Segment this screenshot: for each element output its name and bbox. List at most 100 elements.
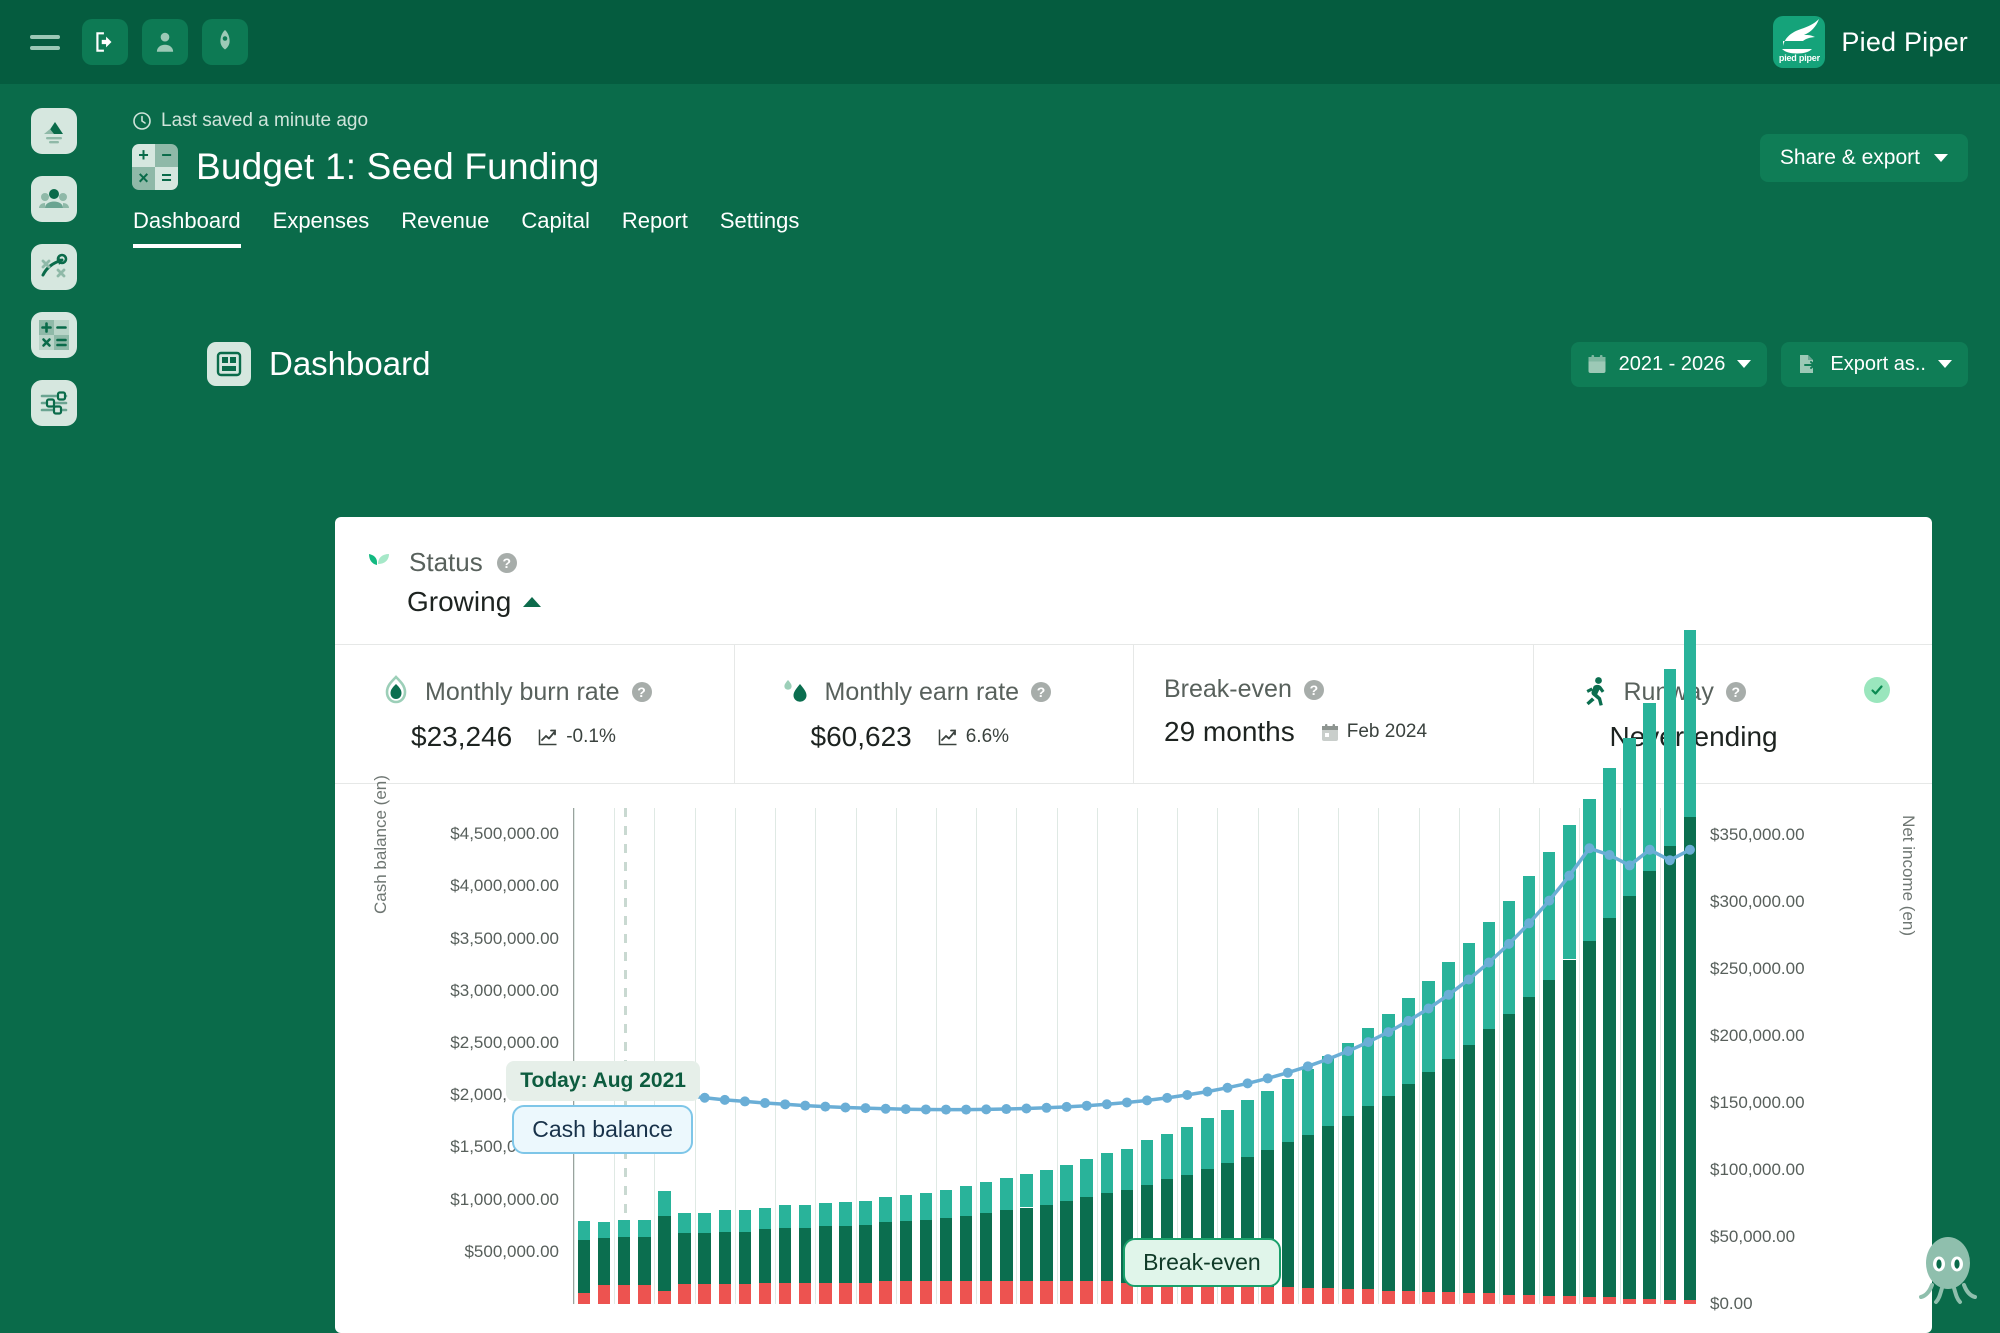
mountain-icon	[43, 122, 63, 144]
break-even-tooltip: Break-even	[1123, 1238, 1281, 1287]
cash-balance-point[interactable]	[1041, 1102, 1052, 1113]
cash-balance-point[interactable]	[860, 1103, 871, 1114]
cash-balance-point[interactable]	[1202, 1086, 1213, 1097]
cash-balance-point[interactable]	[1001, 1104, 1012, 1115]
cash-balance-point[interactable]	[880, 1103, 891, 1114]
cash-balance-point[interactable]	[1564, 870, 1575, 881]
cash-balance-point[interactable]	[1162, 1092, 1173, 1103]
cash-balance-point[interactable]	[1463, 974, 1474, 985]
cash-balance-point[interactable]	[1302, 1061, 1313, 1072]
cash-balance-point[interactable]	[1121, 1097, 1132, 1108]
cash-balance-point[interactable]	[1222, 1082, 1233, 1093]
share-and-export-button[interactable]: Share & export	[1759, 134, 1968, 182]
cash-balance-point[interactable]	[1544, 895, 1555, 906]
tab-dashboard[interactable]: Dashboard	[133, 208, 241, 248]
cash-balance-point[interactable]	[820, 1101, 831, 1112]
status-badge	[1864, 677, 1890, 703]
cash-balance-point[interactable]	[1101, 1099, 1112, 1110]
cash-balance-point[interactable]	[1584, 843, 1595, 854]
cash-balance-point[interactable]	[1182, 1089, 1193, 1100]
account-button[interactable]	[142, 19, 188, 65]
cash-balance-point[interactable]	[1323, 1054, 1334, 1065]
cash-balance-point[interactable]	[1403, 1015, 1414, 1026]
cash-balance-point[interactable]	[961, 1104, 972, 1115]
status-value-row[interactable]: Growing	[363, 578, 1932, 618]
cash-balance-point[interactable]	[840, 1102, 851, 1113]
cash-balance-point[interactable]	[719, 1094, 730, 1105]
octopus-mascot-icon[interactable]	[1916, 1231, 1980, 1311]
cash-balance-point[interactable]	[1604, 849, 1615, 860]
kpi-value: 29 months	[1164, 716, 1295, 747]
cash-balance-point[interactable]	[1021, 1103, 1032, 1114]
sliders-icon	[40, 391, 67, 415]
tab-report[interactable]: Report	[622, 208, 688, 248]
cash-balance-point[interactable]	[1443, 989, 1454, 1000]
cash-balance-point[interactable]	[760, 1097, 771, 1108]
cash-balance-point[interactable]	[1343, 1046, 1354, 1057]
tab-capital[interactable]: Capital	[521, 208, 589, 248]
cash-balance-point[interactable]	[1142, 1095, 1153, 1106]
export-as-button[interactable]: Export as..	[1781, 341, 1968, 387]
cash-balance-point[interactable]	[1503, 938, 1514, 949]
question-mark-icon[interactable]: ?	[1725, 682, 1746, 702]
cash-balance-line	[579, 843, 1695, 1115]
sidebar-item-scenarios[interactable]	[30, 108, 77, 154]
kpi-label: Monthly burn rate	[425, 677, 620, 706]
sidebar-item-settings[interactable]	[30, 380, 77, 426]
kpi-value-row: Never-ending	[1534, 709, 1933, 753]
kpi-label: Break-even	[1164, 675, 1292, 703]
kpi-delta: 6.6%	[938, 726, 1009, 748]
cash-balance-point[interactable]	[1664, 855, 1675, 866]
tab-revenue[interactable]: Revenue	[401, 208, 489, 248]
cash-balance-point[interactable]	[699, 1092, 710, 1103]
cash-balance-point[interactable]	[739, 1096, 750, 1107]
cash-balance-point[interactable]	[981, 1104, 992, 1115]
logout-button[interactable]	[82, 19, 128, 65]
sidebar-item-budget[interactable]	[30, 312, 77, 358]
pied-piper-logo-text: pied piper	[1778, 53, 1820, 63]
hamburger-menu-button[interactable]	[22, 19, 68, 65]
brand-name: Pied Piper	[1841, 26, 1968, 57]
cash-balance-point[interactable]	[1684, 844, 1695, 855]
cash-balance-point[interactable]	[780, 1099, 791, 1110]
sidebar-item-strategy[interactable]	[30, 244, 77, 290]
tab-settings[interactable]: Settings	[720, 208, 800, 248]
question-mark-icon[interactable]: ?	[496, 552, 517, 573]
cash-balance-point[interactable]	[940, 1104, 951, 1115]
sidebar-item-team[interactable]	[30, 176, 77, 222]
question-mark-icon[interactable]: ?	[1031, 682, 1052, 702]
cash-flow-chart: Cash balance (en) Net income (en) $500,0…	[335, 629, 1932, 1313]
clock-icon	[133, 112, 151, 130]
trend-chart-icon	[938, 729, 957, 746]
cash-balance-point[interactable]	[1624, 860, 1635, 871]
cash-balance-point[interactable]	[800, 1100, 811, 1111]
question-mark-icon[interactable]: ?	[1303, 679, 1324, 700]
kpi-monthly-earn-rate: Monthly earn rate ? $60,623 6.6%	[735, 645, 1134, 783]
y-axis-tick-right: $300,000.00	[1710, 891, 1805, 911]
cash-balance-point[interactable]	[1242, 1078, 1253, 1089]
cash-balance-point[interactable]	[1423, 1003, 1434, 1014]
cash-balance-point[interactable]	[1061, 1101, 1072, 1112]
y-axis-tick-right: $50,000.00	[1710, 1226, 1796, 1246]
cash-balance-point[interactable]	[1644, 844, 1655, 855]
y-axis-tick-right: $0.00	[1710, 1294, 1753, 1313]
cash-balance-point[interactable]	[900, 1104, 911, 1115]
flame-icon	[385, 675, 407, 704]
chevron-down-icon	[1737, 360, 1752, 368]
cash-balance-point[interactable]	[1383, 1027, 1394, 1038]
date-range-selector[interactable]: 2021 - 2026	[1570, 341, 1768, 387]
launch-button[interactable]	[202, 19, 248, 65]
cash-balance-point[interactable]	[1363, 1037, 1374, 1048]
cash-balance-point[interactable]	[1483, 957, 1494, 968]
cash-balance-point[interactable]	[1282, 1067, 1293, 1078]
cash-balance-point[interactable]	[1081, 1100, 1092, 1111]
top-bar-actions	[0, 19, 248, 65]
user-icon	[156, 32, 174, 52]
question-mark-icon[interactable]: ?	[631, 682, 652, 702]
tab-expenses[interactable]: Expenses	[273, 208, 370, 248]
cash-balance-point[interactable]	[1524, 918, 1535, 929]
cash-balance-point[interactable]	[920, 1104, 931, 1115]
cash-balance-point[interactable]	[1262, 1073, 1273, 1084]
left-sidebar	[0, 84, 107, 1333]
budget-title-row: + − × = Budget 1: Seed Funding	[107, 132, 2000, 190]
